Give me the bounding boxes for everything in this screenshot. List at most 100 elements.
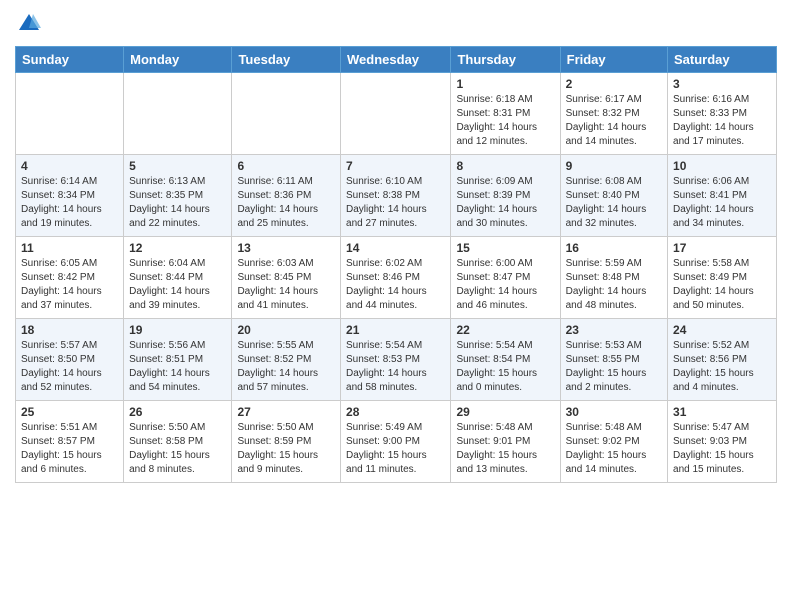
day-cell-3: 3 Sunrise: 6:16 AM Sunset: 8:33 PM Daylig…: [668, 73, 777, 155]
weekday-header-saturday: Saturday: [668, 47, 777, 73]
day-info-21: Sunrise: 5:54 AM Sunset: 8:53 PM Dayligh…: [346, 339, 445, 395]
day-cell-12: 12 Sunrise: 6:04 AM Sunset: 8:44 PM Dayli…: [124, 237, 232, 319]
day-cell-11: 11 Sunrise: 6:05 AM Sunset: 8:42 PM Dayli…: [16, 237, 124, 319]
day-info-28: Sunrise: 5:49 AM Sunset: 9:00 PM Dayligh…: [346, 421, 445, 477]
day-number-27: 27: [237, 405, 335, 419]
day-number-5: 5: [129, 159, 226, 173]
day-info-3: Sunrise: 6:16 AM Sunset: 8:33 PM Dayligh…: [673, 93, 771, 149]
day-info-12: Sunrise: 6:04 AM Sunset: 8:44 PM Dayligh…: [129, 257, 226, 313]
day-number-20: 20: [237, 323, 335, 337]
day-cell-29: 29 Sunrise: 5:48 AM Sunset: 9:01 PM Dayli…: [451, 401, 560, 483]
day-cell-17: 17 Sunrise: 5:58 AM Sunset: 8:49 PM Dayli…: [668, 237, 777, 319]
day-number-7: 7: [346, 159, 445, 173]
day-number-24: 24: [673, 323, 771, 337]
calendar-table: SundayMondayTuesdayWednesdayThursdayFrid…: [15, 46, 777, 483]
day-cell-19: 19 Sunrise: 5:56 AM Sunset: 8:51 PM Dayli…: [124, 319, 232, 401]
week-row-4: 25 Sunrise: 5:51 AM Sunset: 8:57 PM Dayli…: [16, 401, 777, 483]
day-info-4: Sunrise: 6:14 AM Sunset: 8:34 PM Dayligh…: [21, 175, 118, 231]
day-info-29: Sunrise: 5:48 AM Sunset: 9:01 PM Dayligh…: [456, 421, 554, 477]
day-cell-23: 23 Sunrise: 5:53 AM Sunset: 8:55 PM Dayli…: [560, 319, 667, 401]
day-info-1: Sunrise: 6:18 AM Sunset: 8:31 PM Dayligh…: [456, 93, 554, 149]
day-cell-1: 1 Sunrise: 6:18 AM Sunset: 8:31 PM Daylig…: [451, 73, 560, 155]
day-cell-24: 24 Sunrise: 5:52 AM Sunset: 8:56 PM Dayli…: [668, 319, 777, 401]
week-row-3: 18Sunrise: 5:57 AM Sunset: 8:50 PM Dayli…: [16, 319, 777, 401]
day-number-8: 8: [456, 159, 554, 173]
day-cell-26: 26Sunrise: 5:50 AM Sunset: 8:58 PM Dayli…: [124, 401, 232, 483]
weekday-header-row: SundayMondayTuesdayWednesdayThursdayFrid…: [16, 47, 777, 73]
day-cell-22: 22 Sunrise: 5:54 AM Sunset: 8:54 PM Dayli…: [451, 319, 560, 401]
day-info-13: Sunrise: 6:03 AM Sunset: 8:45 PM Dayligh…: [237, 257, 335, 313]
empty-cell: [124, 73, 232, 155]
day-cell-16: 16 Sunrise: 5:59 AM Sunset: 8:48 PM Dayli…: [560, 237, 667, 319]
day-info-20: Sunrise: 5:55 AM Sunset: 8:52 PM Dayligh…: [237, 339, 335, 395]
day-number-9: 9: [566, 159, 662, 173]
logo: [15, 10, 47, 38]
day-cell-2: 2 Sunrise: 6:17 AM Sunset: 8:32 PM Daylig…: [560, 73, 667, 155]
day-number-17: 17: [673, 241, 771, 255]
day-info-15: Sunrise: 6:00 AM Sunset: 8:47 PM Dayligh…: [456, 257, 554, 313]
day-cell-5: 5 Sunrise: 6:13 AM Sunset: 8:35 PM Daylig…: [124, 155, 232, 237]
day-cell-25: 25 Sunrise: 5:51 AM Sunset: 8:57 PM Dayli…: [16, 401, 124, 483]
day-number-18: 18: [21, 323, 118, 337]
day-cell-14: 14Sunrise: 6:02 AM Sunset: 8:46 PM Dayli…: [341, 237, 451, 319]
day-cell-4: 4 Sunrise: 6:14 AM Sunset: 8:34 PM Daylig…: [16, 155, 124, 237]
day-info-17: Sunrise: 5:58 AM Sunset: 8:49 PM Dayligh…: [673, 257, 771, 313]
day-info-25: Sunrise: 5:51 AM Sunset: 8:57 PM Dayligh…: [21, 421, 118, 477]
day-cell-18: 18Sunrise: 5:57 AM Sunset: 8:50 PM Dayli…: [16, 319, 124, 401]
day-info-27: Sunrise: 5:50 AM Sunset: 8:59 PM Dayligh…: [237, 421, 335, 477]
day-number-19: 19: [129, 323, 226, 337]
day-cell-7: 7 Sunrise: 6:10 AM Sunset: 8:38 PM Daylig…: [341, 155, 451, 237]
day-info-11: Sunrise: 6:05 AM Sunset: 8:42 PM Dayligh…: [21, 257, 118, 313]
day-number-30: 30: [566, 405, 662, 419]
empty-cell: [232, 73, 341, 155]
weekday-header-friday: Friday: [560, 47, 667, 73]
day-cell-31: 31 Sunrise: 5:47 AM Sunset: 9:03 PM Dayli…: [668, 401, 777, 483]
day-number-31: 31: [673, 405, 771, 419]
day-number-15: 15: [456, 241, 554, 255]
day-cell-8: 8Sunrise: 6:09 AM Sunset: 8:39 PM Daylig…: [451, 155, 560, 237]
day-number-23: 23: [566, 323, 662, 337]
day-number-21: 21: [346, 323, 445, 337]
day-number-10: 10: [673, 159, 771, 173]
weekday-header-wednesday: Wednesday: [341, 47, 451, 73]
day-number-4: 4: [21, 159, 118, 173]
day-info-16: Sunrise: 5:59 AM Sunset: 8:48 PM Dayligh…: [566, 257, 662, 313]
day-info-5: Sunrise: 6:13 AM Sunset: 8:35 PM Dayligh…: [129, 175, 226, 231]
day-info-30: Sunrise: 5:48 AM Sunset: 9:02 PM Dayligh…: [566, 421, 662, 477]
day-number-22: 22: [456, 323, 554, 337]
day-cell-6: 6Sunrise: 6:11 AM Sunset: 8:36 PM Daylig…: [232, 155, 341, 237]
day-number-1: 1: [456, 77, 554, 91]
day-number-25: 25: [21, 405, 118, 419]
day-number-12: 12: [129, 241, 226, 255]
day-number-28: 28: [346, 405, 445, 419]
week-row-1: 4 Sunrise: 6:14 AM Sunset: 8:34 PM Daylig…: [16, 155, 777, 237]
day-number-3: 3: [673, 77, 771, 91]
page: SundayMondayTuesdayWednesdayThursdayFrid…: [0, 0, 792, 612]
day-info-7: Sunrise: 6:10 AM Sunset: 8:38 PM Dayligh…: [346, 175, 445, 231]
day-info-6: Sunrise: 6:11 AM Sunset: 8:36 PM Dayligh…: [237, 175, 335, 231]
day-cell-20: 20 Sunrise: 5:55 AM Sunset: 8:52 PM Dayli…: [232, 319, 341, 401]
day-cell-30: 30 Sunrise: 5:48 AM Sunset: 9:02 PM Dayli…: [560, 401, 667, 483]
header: [15, 10, 777, 38]
day-cell-28: 28 Sunrise: 5:49 AM Sunset: 9:00 PM Dayli…: [341, 401, 451, 483]
day-cell-13: 13Sunrise: 6:03 AM Sunset: 8:45 PM Dayli…: [232, 237, 341, 319]
week-row-2: 11 Sunrise: 6:05 AM Sunset: 8:42 PM Dayli…: [16, 237, 777, 319]
day-info-19: Sunrise: 5:56 AM Sunset: 8:51 PM Dayligh…: [129, 339, 226, 395]
day-info-26: Sunrise: 5:50 AM Sunset: 8:58 PM Dayligh…: [129, 421, 226, 477]
day-cell-27: 27 Sunrise: 5:50 AM Sunset: 8:59 PM Dayli…: [232, 401, 341, 483]
day-cell-10: 10 Sunrise: 6:06 AM Sunset: 8:41 PM Dayli…: [668, 155, 777, 237]
day-info-2: Sunrise: 6:17 AM Sunset: 8:32 PM Dayligh…: [566, 93, 662, 149]
day-number-14: 14: [346, 241, 445, 255]
day-info-10: Sunrise: 6:06 AM Sunset: 8:41 PM Dayligh…: [673, 175, 771, 231]
day-number-16: 16: [566, 241, 662, 255]
empty-cell: [16, 73, 124, 155]
weekday-header-sunday: Sunday: [16, 47, 124, 73]
day-number-29: 29: [456, 405, 554, 419]
day-info-24: Sunrise: 5:52 AM Sunset: 8:56 PM Dayligh…: [673, 339, 771, 395]
day-info-22: Sunrise: 5:54 AM Sunset: 8:54 PM Dayligh…: [456, 339, 554, 395]
day-info-23: Sunrise: 5:53 AM Sunset: 8:55 PM Dayligh…: [566, 339, 662, 395]
day-number-11: 11: [21, 241, 118, 255]
day-info-31: Sunrise: 5:47 AM Sunset: 9:03 PM Dayligh…: [673, 421, 771, 477]
day-number-2: 2: [566, 77, 662, 91]
day-info-9: Sunrise: 6:08 AM Sunset: 8:40 PM Dayligh…: [566, 175, 662, 231]
